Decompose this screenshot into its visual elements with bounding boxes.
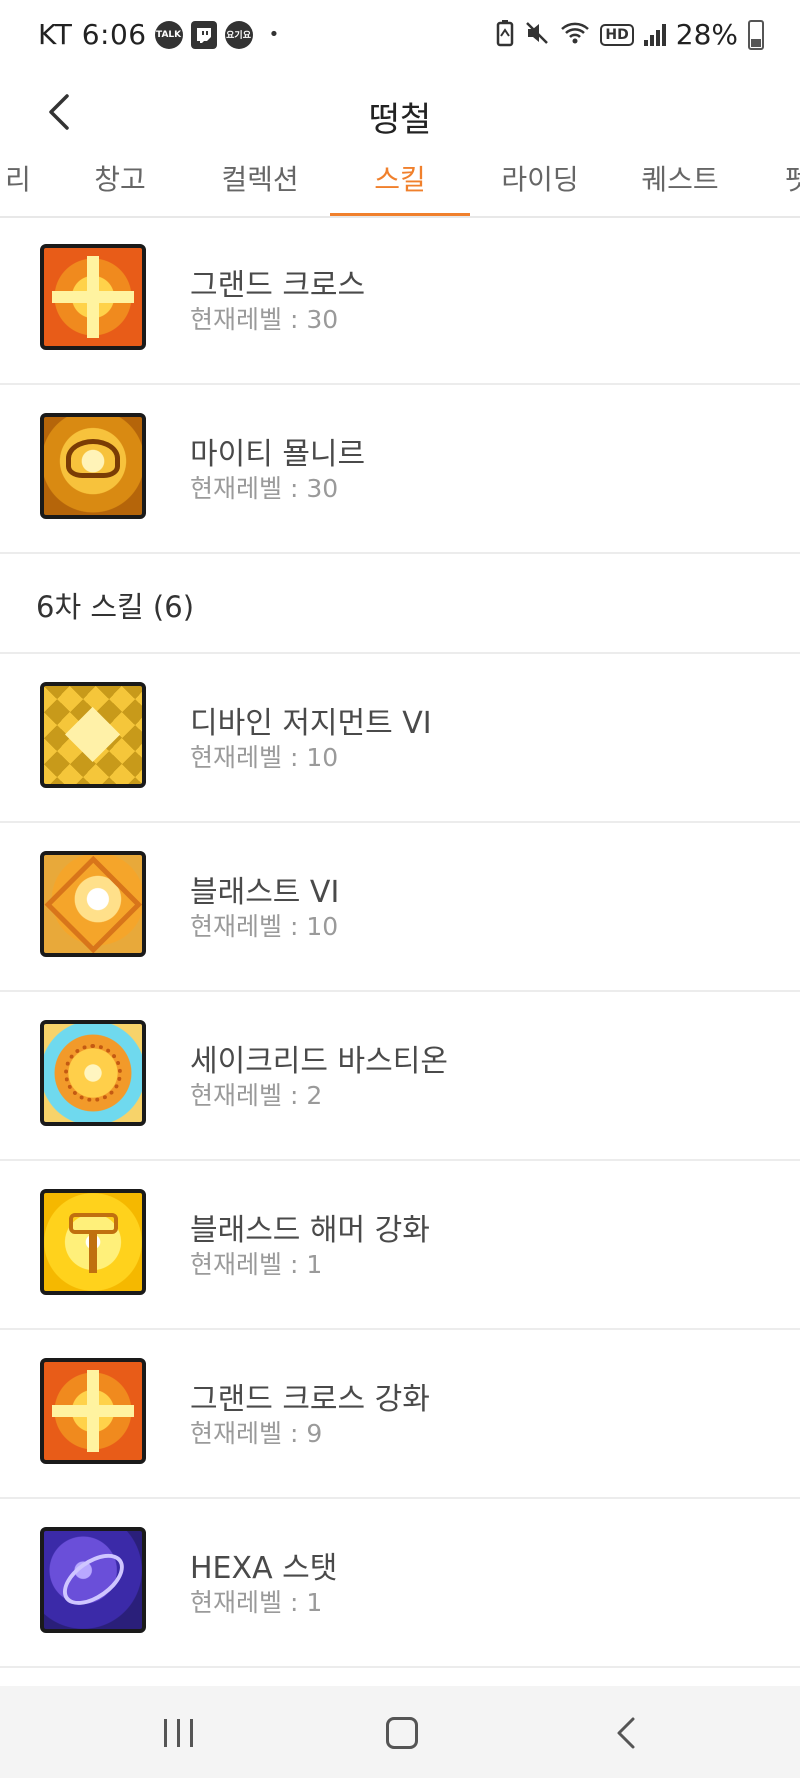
skill-row[interactable]: 블래스드 해머 강화 현재레벨 : 1	[0, 1161, 800, 1330]
blessed-hammer-icon	[40, 1189, 146, 1295]
skill-level: 현재레벨 : 2	[190, 1081, 323, 1110]
hexa-stat-icon	[40, 1527, 146, 1633]
battery-percent: 28%	[675, 18, 738, 51]
skill-name: 세이크리드 바스티온	[190, 1044, 448, 1079]
twitch-icon	[190, 20, 217, 49]
skill-level: 현재레벨 : 9	[190, 1419, 323, 1448]
grand-cross-enhance-icon	[40, 1358, 146, 1464]
skill-row[interactable]: 마이티 묠니르 현재레벨 : 30	[0, 385, 800, 554]
skill-name: HEXA 스탯	[190, 1551, 338, 1586]
grand-cross-icon	[40, 244, 146, 350]
battery-saver-icon	[496, 19, 514, 51]
battery-icon	[748, 19, 764, 50]
recent-apps-icon	[163, 1719, 193, 1747]
divine-judgement-icon	[40, 682, 146, 788]
skill-name: 디바인 저지먼트 VI	[190, 706, 432, 741]
page-title: 떵철	[368, 100, 432, 140]
mighty-mjolnir-icon	[40, 413, 146, 519]
signal-icon	[643, 23, 666, 46]
tab-skill[interactable]: 스킬	[360, 158, 440, 214]
skill-row[interactable]: 그랜드 크로스 현재레벨 : 30	[0, 216, 800, 385]
status-bar: KT 6:06 TALK 요기요 • HD 28%	[0, 0, 800, 70]
skill-name: 블래스트 VI	[190, 875, 340, 910]
section-title: 6차 스킬 (6)	[36, 590, 195, 624]
yogiyo-icon: 요기요	[224, 20, 253, 49]
system-back-button[interactable]	[586, 1706, 666, 1760]
recent-apps-button[interactable]	[138, 1706, 218, 1760]
sacred-bastion-icon	[40, 1020, 146, 1126]
mute-icon	[524, 20, 550, 50]
notification-dot: •	[268, 24, 280, 45]
skill-row[interactable]: HEXA 스탯 현재레벨 : 1	[0, 1499, 800, 1668]
tab-riding[interactable]: 라이딩	[485, 158, 595, 214]
tab-collection[interactable]: 컬렉션	[205, 158, 315, 214]
talk-icon: TALK	[154, 20, 183, 49]
skill-row[interactable]: 세이크리드 바스티온 현재레벨 : 2	[0, 992, 800, 1161]
skill-level: 현재레벨 : 30	[190, 305, 339, 334]
status-bar-right: HD 28%	[496, 18, 764, 51]
skill-name: 마이티 묠니르	[190, 437, 366, 472]
tab-storage[interactable]: 창고	[80, 158, 160, 214]
tab-pet-partial[interactable]: 펫	[778, 158, 800, 214]
skill-name: 그랜드 크로스 강화	[190, 1382, 430, 1417]
home-icon	[386, 1717, 418, 1749]
system-nav-bar	[0, 1686, 800, 1778]
blast-icon	[40, 851, 146, 957]
tab-quest[interactable]: 퀘스트	[625, 158, 735, 214]
app-header: 떵철	[0, 70, 800, 160]
back-icon	[617, 1717, 635, 1749]
skill-name: 블래스드 해머 강화	[190, 1213, 430, 1248]
skill-name: 그랜드 크로스	[190, 268, 366, 303]
tab-partial-left[interactable]: 리	[0, 158, 38, 214]
tab-bar: 리 창고 컬렉션 스킬 라이딩 퀘스트 펫	[0, 150, 800, 218]
skill-level: 현재레벨 : 30	[190, 474, 339, 503]
skill-level: 현재레벨 : 10	[190, 743, 339, 772]
skill-row[interactable]: 그랜드 크로스 강화 현재레벨 : 9	[0, 1330, 800, 1499]
skill-list: 그랜드 크로스 현재레벨 : 30 마이티 묠니르 현재레벨 : 30 6차 스…	[0, 216, 800, 1668]
hd-icon: HD	[600, 23, 634, 46]
skill-level: 현재레벨 : 1	[190, 1250, 323, 1279]
section-header: 6차 스킬 (6)	[0, 554, 800, 654]
home-button[interactable]	[362, 1706, 442, 1760]
skill-level: 현재레벨 : 1	[190, 1588, 323, 1617]
skill-level: 현재레벨 : 10	[190, 912, 339, 941]
carrier-time: KT 6:06	[38, 18, 147, 51]
skill-row[interactable]: 블래스트 VI 현재레벨 : 10	[0, 823, 800, 992]
wifi-icon	[560, 20, 590, 50]
status-bar-left: KT 6:06 TALK 요기요 •	[38, 18, 279, 51]
skill-row[interactable]: 디바인 저지먼트 VI 현재레벨 : 10	[0, 654, 800, 823]
